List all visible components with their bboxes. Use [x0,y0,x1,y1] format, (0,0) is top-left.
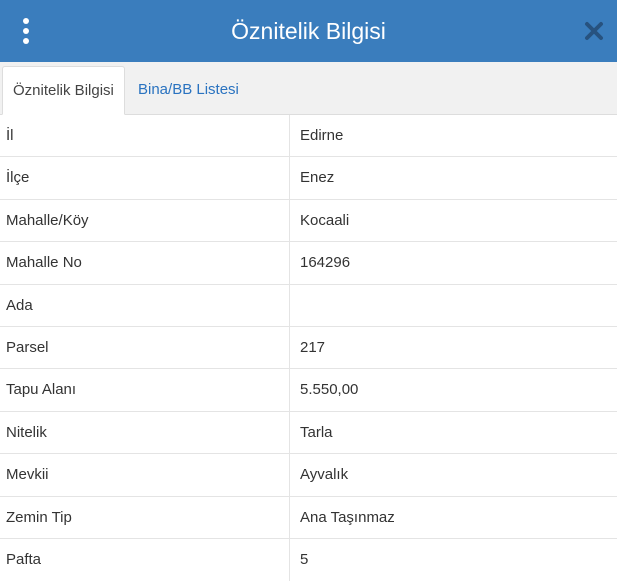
table-row: Tapu Alanı 5.550,00 [0,369,617,412]
attribute-label: Mahalle/Köy [6,211,89,229]
attribute-label: Ada [6,296,33,314]
table-row: Mevkii Ayvalık [0,454,617,497]
attribute-value: 164296 [300,254,351,272]
attribute-value: Ana Taşınmaz [300,508,395,526]
table-row: Nitelik Tarla [0,411,617,455]
attribute-label: Mevkii [6,466,49,484]
attribute-value: Enez [300,169,335,187]
table-row: Mahalle/Köy Kocaali [0,199,617,243]
attribute-label: Zemin Tip [6,508,72,526]
attribute-value: Kocaali [300,211,350,229]
attribute-label: İl [6,127,14,144]
table-row: Ada [0,284,617,327]
attribute-label: Nitelik [6,423,47,441]
table-row: Parsel 217 [0,326,617,370]
attribute-value: Edirne [300,127,344,144]
tab-bar: Öznitelik Bilgisi Bina/BB Listesi [0,62,617,115]
attribute-table: İl Edirne İlçe Enez Mahalle/Köy Kocaali … [0,115,617,581]
attribute-value: 217 [300,338,326,356]
panel-header: Öznitelik Bilgisi [0,0,617,62]
table-row: Zemin Tip Ana Taşınmaz [0,496,617,539]
tab-oznitelik-bilgisi[interactable]: Öznitelik Bilgisi [2,66,125,115]
panel-title: Öznitelik Bilgisi [231,18,386,44]
attribute-value: Ayvalık [300,466,349,484]
tab-bina-bb-listesi[interactable]: Bina/BB Listesi [128,66,249,114]
attribute-label: İlçe [6,169,30,187]
attribute-value: 5.550,00 [300,381,359,399]
attribute-value: Tarla [300,423,333,441]
attribute-label: Mahalle No [6,254,82,272]
table-row: Mahalle No 164296 [0,242,617,285]
attribute-value [300,285,610,327]
table-row: İlçe Enez [0,157,617,200]
table-row: İl Edirne [0,115,617,158]
close-icon[interactable] [584,21,604,41]
attribute-label: Tapu Alanı [6,381,77,399]
attribute-label: Parsel [6,338,49,356]
